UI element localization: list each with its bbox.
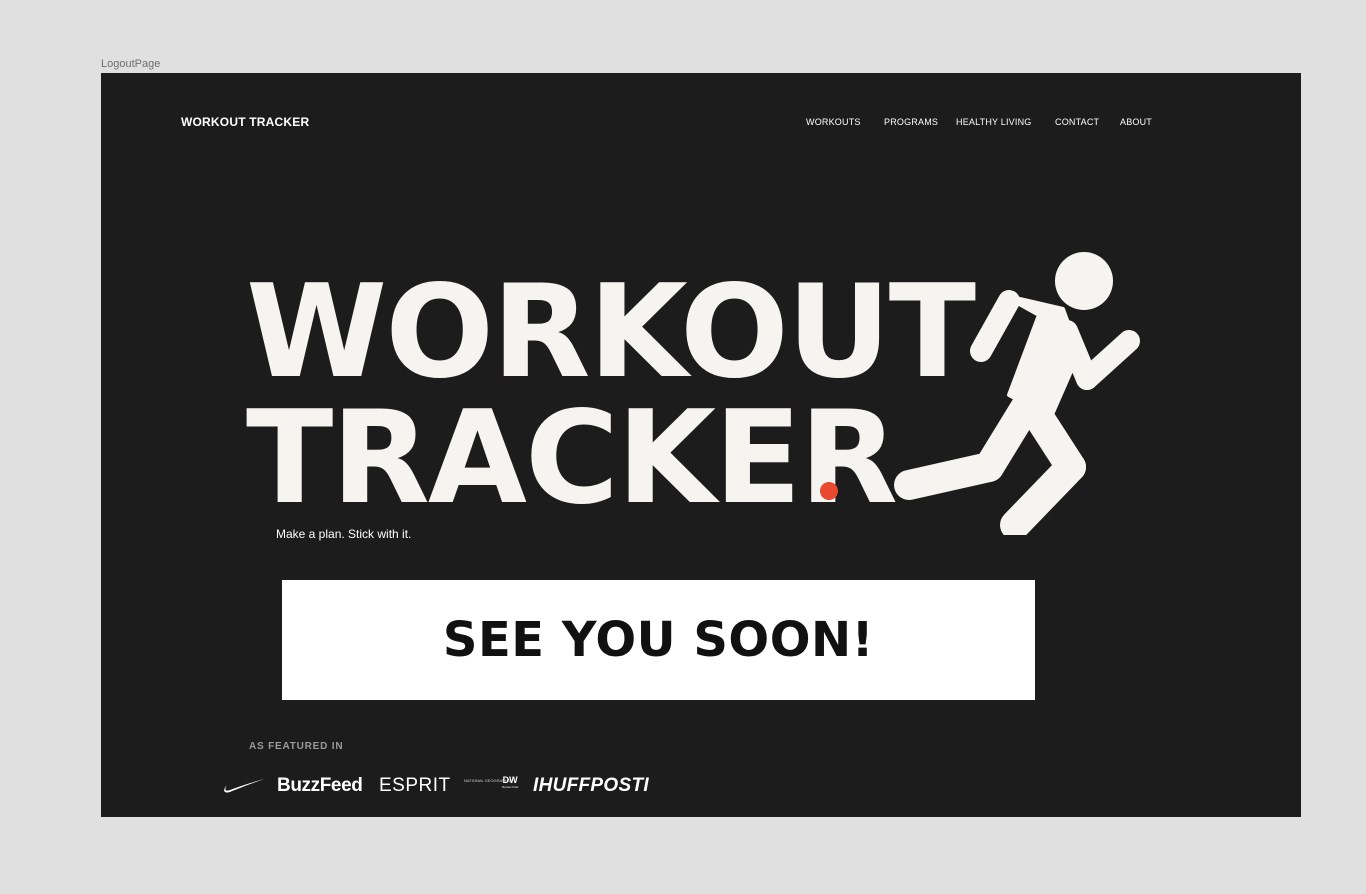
see-you-soon-label: SEE YOU SOON! [442,612,875,668]
running-man-icon [894,252,1140,535]
accent-dot [820,482,838,500]
press-logos: BuzzFeed ESPRIT NATIONAL GEOGRAPHIC DW N… [223,773,683,799]
buzzfeed-logo: BuzzFeed [277,775,363,796]
frame-label: LogoutPage [101,58,161,70]
hero-tagline: Make a plan. Stick with it. [276,527,412,541]
dw-logo-subtext: Nomex First [502,785,519,789]
huffpost-logo: IHUFFPOSTI [533,775,649,796]
hero-title-line-2: TRACKER [246,384,898,533]
dw-logo: DW Nomex First [502,776,518,790]
featured-in-label: AS FEATURED IN [249,741,344,752]
logout-page: WORKOUT TRACKER WORKOUTS PROGRAMS HEALTH… [101,73,1301,817]
hero-title-line-1: WORKOUT [246,258,976,407]
nav-healthy-living[interactable]: HEALTHY LIVING [956,117,1032,127]
see-you-soon-button[interactable]: SEE YOU SOON! [282,580,1035,700]
nike-swoosh-icon [224,779,264,793]
esprit-logo: ESPRIT [379,775,451,796]
nav-about[interactable]: ABOUT [1120,117,1152,127]
nav-workouts[interactable]: WORKOUTS [806,117,861,127]
dw-logo-text: DW [502,775,518,785]
nav-contact[interactable]: CONTACT [1055,117,1099,127]
brand-logo[interactable]: WORKOUT TRACKER [181,115,309,129]
nav-programs[interactable]: PROGRAMS [884,117,938,127]
